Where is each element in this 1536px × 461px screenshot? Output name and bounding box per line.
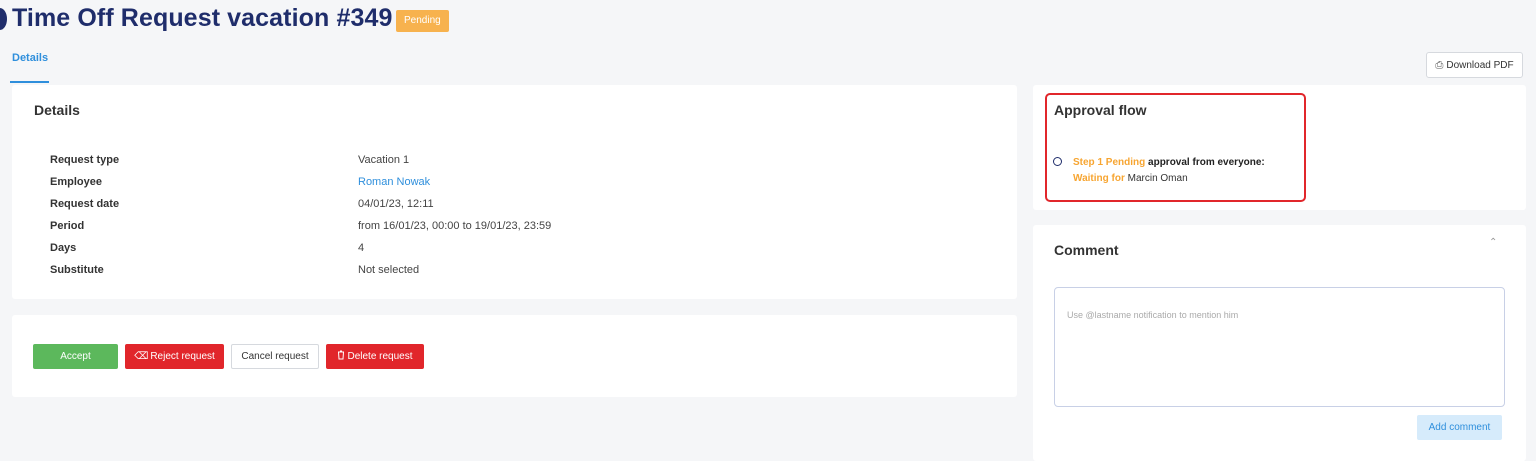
- value-request-type: Vacation 1: [358, 154, 410, 166]
- approver-name: Marcin Oman: [1127, 173, 1188, 184]
- value-period: from 16/01/23, 00:00 to 19/01/23, 23:59: [358, 220, 552, 232]
- back-icon[interactable]: [0, 8, 7, 30]
- approval-highlight-box: [1045, 93, 1306, 202]
- value-days: 4: [358, 242, 365, 254]
- backspace-icon: ⌫: [134, 351, 149, 362]
- step-status: Pending: [1105, 157, 1146, 168]
- label-request-type: Request type: [50, 154, 120, 166]
- add-comment-button[interactable]: Add comment: [1417, 415, 1502, 440]
- delete-request-button[interactable]: Delete request: [326, 344, 424, 369]
- pdf-icon: ⎙: [1435, 59, 1444, 71]
- label-request-date: Request date: [50, 198, 120, 210]
- label-substitute: Substitute: [50, 264, 104, 276]
- delete-request-label: Delete request: [347, 351, 413, 362]
- label-period: Period: [50, 220, 85, 232]
- details-title: Details: [34, 102, 80, 118]
- page-title: Time Off Request vacation #349: [12, 4, 393, 32]
- download-pdf-label: Download PDF: [1446, 59, 1514, 71]
- step-label: Step 1: [1073, 157, 1104, 168]
- value-request-date: 04/01/23, 12:11: [358, 198, 434, 210]
- approval-waiting-line: Waiting for Marcin Oman: [1073, 173, 1188, 184]
- accept-button[interactable]: Accept: [33, 344, 118, 369]
- step-text: approval from everyone:: [1148, 157, 1265, 168]
- details-card: Details: [12, 85, 1017, 299]
- reject-request-button[interactable]: ⌫ Reject request: [125, 344, 224, 369]
- cancel-request-button[interactable]: Cancel request: [231, 344, 319, 369]
- status-badge: Pending: [396, 10, 449, 32]
- approval-step-line: Step 1 Pending approval from everyone:: [1073, 157, 1265, 168]
- waiting-label: Waiting for: [1073, 173, 1125, 184]
- employee-link[interactable]: Roman Nowak: [358, 176, 430, 188]
- label-employee: Employee: [50, 176, 102, 188]
- label-days: Days: [50, 242, 77, 254]
- trash-icon: [337, 350, 345, 363]
- comment-input[interactable]: [1054, 287, 1505, 407]
- chevron-up-icon[interactable]: ⌃: [1489, 237, 1497, 248]
- value-substitute: Not selected: [358, 264, 420, 276]
- step-status-circle-icon: [1053, 157, 1062, 166]
- tab-details[interactable]: Details: [12, 52, 48, 64]
- download-pdf-button[interactable]: ⎙ Download PDF: [1426, 52, 1523, 78]
- comment-title: Comment: [1054, 242, 1119, 258]
- reject-request-label: Reject request: [150, 351, 215, 362]
- tab-active-indicator: [10, 81, 49, 83]
